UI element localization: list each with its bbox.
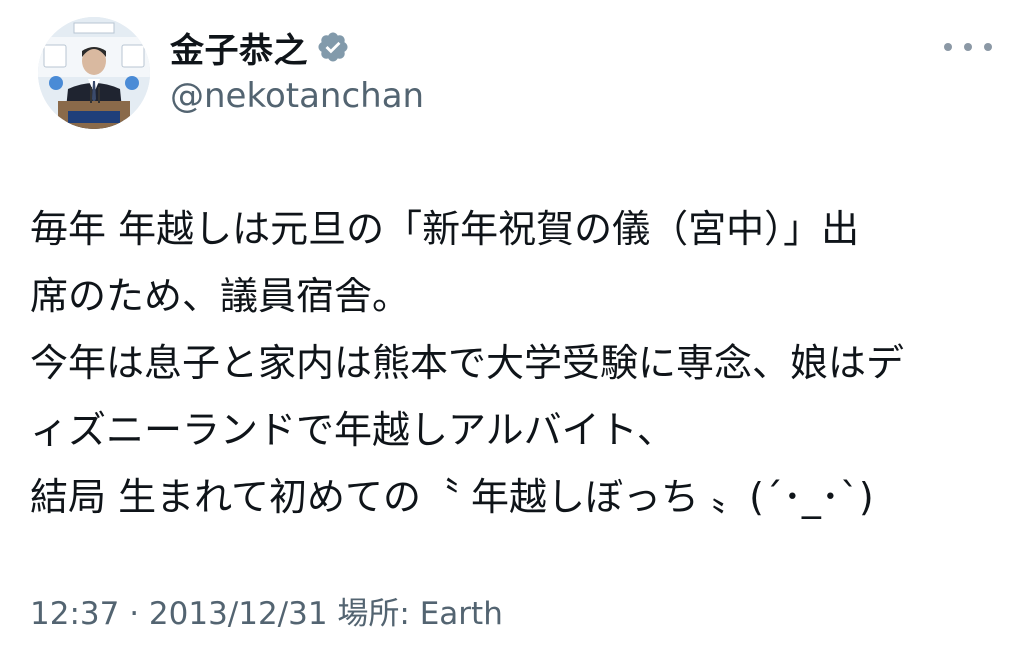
tweet-text-line: 今年は息子と家内は熊本で大学受験に専念、娘はデ [30,341,905,385]
tweet-text-line: ィズニーランドで年越しアルバイト、 [30,408,675,452]
tweet-text: 毎年 年越しは元旦の「新年祝賀の儀（宮中）」出 席のため、議員宿舎。 今年は息子… [30,196,990,531]
tweet-text-line: 結局 生まれて初めての〝 年越しぼっち 〟(´･_･`) [30,475,874,519]
tweet-text-line: 毎年 年越しは元旦の「新年祝賀の儀（宮中）」出 [30,207,860,251]
tweet-text-line: 席のため、議員宿舎。 [30,274,411,318]
tweet-card: 金子恭之 @nekotanchan 毎年 年越しは元旦の「新年祝賀の儀（宮中）」… [0,0,1024,651]
more-dot [984,43,992,51]
profile-photo-avatar [38,17,150,129]
more-dot [944,43,952,51]
avatar[interactable] [38,17,150,129]
verified-badge-icon [318,32,348,62]
more-options-icon[interactable] [944,36,992,58]
tweet-timestamp-location[interactable]: 12:37 · 2013/12/31 場所: Earth [30,588,503,633]
author-display-name[interactable]: 金子恭之 [170,23,308,72]
author-handle[interactable]: @nekotanchan [170,76,424,116]
author-name-row: 金子恭之 [170,23,350,72]
more-dot [964,43,972,51]
